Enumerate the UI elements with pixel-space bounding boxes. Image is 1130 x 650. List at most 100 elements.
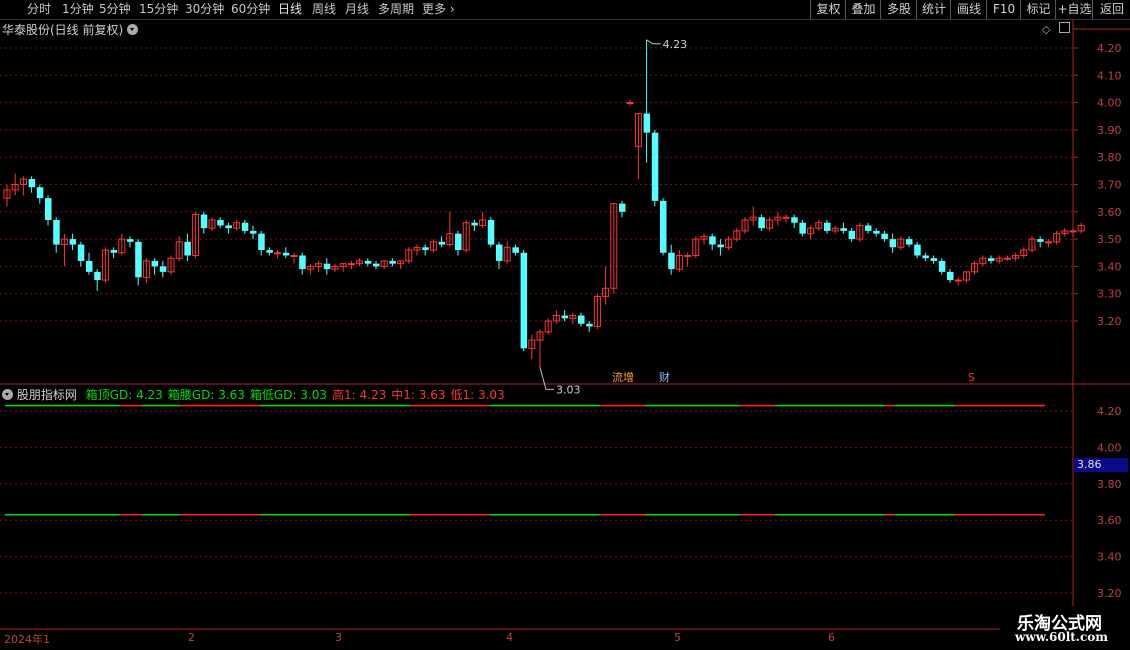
candle-body <box>799 222 806 234</box>
candle-body <box>569 315 577 319</box>
indicator-dropdown-icon[interactable] <box>2 389 13 400</box>
candle-body <box>971 263 979 273</box>
dropdown-icon[interactable] <box>127 24 139 35</box>
candle-body <box>118 238 126 254</box>
candle-body <box>758 217 765 229</box>
candle-body <box>856 224 864 240</box>
candle-body <box>397 260 405 265</box>
candle-body <box>914 244 921 256</box>
candle-body <box>135 241 142 278</box>
candle-body <box>610 203 618 289</box>
date-label-2: 3 <box>335 631 342 644</box>
chart-canvas: 4.20 4.10 4.00 3.90 3.80 3.70 3.60 3.50 3.40 3.30… <box>0 20 1130 630</box>
stock-title: 华泰股份(日线 前复权) <box>2 23 124 37</box>
y-tick-label: 3.40 <box>1097 260 1122 273</box>
candle-body <box>848 230 856 240</box>
candle-body <box>749 216 757 221</box>
candle-body <box>233 222 241 229</box>
candle-body <box>1037 239 1044 242</box>
date-label-5: 6 <box>828 631 835 644</box>
period-tab-5[interactable]: 60分钟 <box>231 2 270 17</box>
candle-body <box>462 222 470 251</box>
period-toolbar: 分时 1分钟 5分钟 15分钟 30分钟 60分钟 日线 周线 月线 多周期 更多 › 复权 叠加 多股统… <box>0 0 1130 20</box>
candle-body <box>1077 224 1085 232</box>
period-tab-7[interactable]: 周线 <box>312 2 336 17</box>
candle-body <box>479 219 487 226</box>
candle-body <box>865 225 872 231</box>
candle-body <box>897 238 905 248</box>
high-marker-label: 4.23 <box>663 38 688 51</box>
event-badge: S <box>968 371 975 384</box>
toolbar-button-3[interactable]: 统计 <box>916 0 951 19</box>
candle-body <box>60 238 68 246</box>
y-tick-label: 3.90 <box>1097 124 1122 137</box>
candle-body <box>225 225 232 229</box>
candle-body <box>766 219 774 229</box>
candle-body <box>192 214 200 256</box>
toolbar-button-4[interactable]: 画线 <box>950 0 987 19</box>
y-tick-label: 3.20 <box>1097 315 1122 328</box>
candle-body <box>356 260 364 265</box>
period-tab-1[interactable]: 1分钟 <box>62 2 94 17</box>
candle-body <box>429 241 437 251</box>
period-tab-8[interactable]: 月线 <box>345 2 369 17</box>
candle-body <box>471 222 478 226</box>
candle-body <box>19 178 27 185</box>
candle-body <box>306 265 314 270</box>
period-tab-9[interactable]: 多周期 <box>378 2 414 17</box>
minimize-icon[interactable] <box>1058 22 1070 33</box>
indicator-value-2: 箱低GD: 3.03 <box>249 388 328 402</box>
candle-body <box>151 260 159 267</box>
toolbar-button-7[interactable]: +自选 <box>1055 0 1093 19</box>
candle-body <box>552 315 560 322</box>
y-tick-label: 4.00 <box>1097 97 1122 110</box>
candle-body <box>741 219 749 232</box>
candle-body <box>422 247 429 251</box>
period-tab-2[interactable]: 5分钟 <box>99 2 131 17</box>
high-marker-line <box>646 39 661 45</box>
toolbar-button-0[interactable]: 复权 <box>810 0 846 19</box>
indicator-y-label: 3.60 <box>1097 514 1122 527</box>
period-tab-3[interactable]: 15分钟 <box>139 2 178 17</box>
period-tab-10[interactable]: 更多 › <box>422 2 455 17</box>
candle-body <box>258 233 265 251</box>
indicator-value-1: 箱腰GD: 3.63 <box>167 388 245 402</box>
candle-body <box>167 257 175 273</box>
toolbar-button-2[interactable]: 多股 <box>880 0 917 19</box>
date-label-4: 5 <box>674 631 681 644</box>
toolbar-button-1[interactable]: 叠加 <box>845 0 881 19</box>
candle-body <box>274 252 282 255</box>
period-tab-4[interactable]: 30分钟 <box>185 2 224 17</box>
candle-body <box>94 271 101 281</box>
candle-body <box>503 246 511 262</box>
candle-body <box>1028 238 1036 251</box>
indicator-name: 股朋指标网 <box>16 388 77 402</box>
candle-body <box>643 113 651 133</box>
candle-body <box>413 246 421 251</box>
toolbar-button-6[interactable]: 标记 <box>1020 0 1056 19</box>
candle-body <box>373 263 380 267</box>
diamond-icon[interactable]: ◇ <box>1042 23 1050 36</box>
candle-body <box>159 266 167 272</box>
candle-body <box>774 216 782 221</box>
candle-body <box>315 263 323 267</box>
date-axis: 2024年1 2 3 4 5 6 <box>0 630 1000 650</box>
candle-body <box>1044 241 1052 244</box>
candle-body <box>840 228 847 231</box>
candle-body <box>660 200 667 253</box>
toolbar-button-8[interactable]: 返回 <box>1092 0 1130 19</box>
toolbar-button-5[interactable]: F10 <box>986 0 1021 19</box>
period-tab-6[interactable]: 日线 <box>278 2 302 17</box>
candle-body <box>45 198 52 220</box>
candle-body <box>28 179 36 188</box>
candle-body <box>626 102 634 105</box>
candle-body <box>110 250 118 253</box>
candle-body <box>619 203 626 212</box>
candle-body <box>290 254 298 257</box>
candle-body <box>389 260 396 264</box>
candle-body <box>651 132 659 201</box>
candle-body <box>142 260 150 278</box>
period-tab-0[interactable]: 分时 <box>27 2 51 17</box>
candle-body <box>380 260 388 267</box>
candle-body <box>1053 233 1061 243</box>
